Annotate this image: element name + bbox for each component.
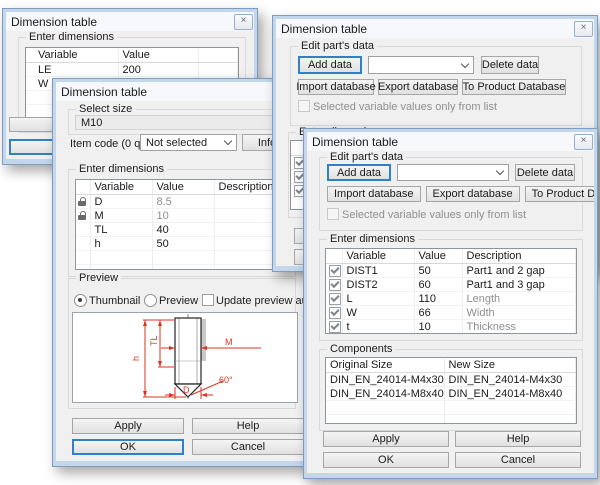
table-row[interactable]: DIST2 60 Part1 and 3 gap xyxy=(326,278,576,292)
apply-button[interactable]: Apply xyxy=(323,431,449,447)
chevron-down-icon xyxy=(496,167,504,175)
data-combobox[interactable] xyxy=(368,56,474,74)
dim-angle-label: 60° xyxy=(219,375,233,385)
export-database-button[interactable]: Export database xyxy=(378,79,458,95)
thumbnail-radio-label: Thumbnail xyxy=(89,295,140,307)
screen: Dimension table × Enter dimensions Varia… xyxy=(0,0,600,485)
row-checkbox[interactable] xyxy=(329,293,341,305)
cancel-button[interactable]: Cancel xyxy=(455,452,581,468)
window-title: Dimension table xyxy=(61,85,147,99)
column-header[interactable]: Value xyxy=(118,48,198,63)
dialog-dimension-table-edit-front: Dimension table × Edit part's data Add d… xyxy=(303,128,598,479)
item-code-label: Item code (0 qnt xyxy=(70,138,150,150)
column-header[interactable]: Value xyxy=(152,180,214,195)
update-preview-label: Update preview automatic xyxy=(216,295,310,307)
delete-data-button[interactable]: Delete data xyxy=(515,164,575,181)
group-label: Select size xyxy=(76,103,135,115)
row-checkbox[interactable] xyxy=(329,307,341,319)
close-icon[interactable]: × xyxy=(574,21,593,37)
to-product-database-button[interactable]: To Product Database xyxy=(525,186,594,202)
table-row[interactable]: DIN_EN_24014-M4x30 DIN_EN_24014-M4x30 xyxy=(326,373,576,387)
table-row[interactable]: t 10 Thickness xyxy=(326,320,576,334)
import-database-button[interactable]: Import database xyxy=(327,186,421,202)
dim-m-label: M xyxy=(225,337,233,347)
dim-d-label: D xyxy=(183,385,190,395)
apply-button[interactable]: Apply xyxy=(72,418,184,434)
column-header[interactable]: Variable xyxy=(26,48,118,63)
close-icon[interactable]: × xyxy=(574,134,593,150)
cancel-button[interactable]: Cancel xyxy=(192,439,304,455)
to-product-database-button[interactable]: To Product Database xyxy=(462,79,566,95)
titlebar[interactable]: Dimension table × xyxy=(307,132,594,151)
table-row[interactable]: M 10 xyxy=(76,209,288,223)
ok-button[interactable]: OK xyxy=(72,439,184,455)
dialog-body: Edit part's data Add data Delete data Im… xyxy=(307,151,594,473)
preview-radio[interactable] xyxy=(144,294,157,307)
database-buttons-row: Import database Export database To Produ… xyxy=(327,186,577,202)
ok-button[interactable]: OK xyxy=(323,452,449,468)
group-label: Enter dimensions xyxy=(76,163,167,175)
titlebar[interactable]: Dimension table × xyxy=(276,19,594,38)
group-label: Edit part's data xyxy=(327,151,406,163)
titlebar[interactable]: Dimension table × xyxy=(6,12,254,31)
dim-h-label: h xyxy=(131,356,141,361)
lock-icon xyxy=(78,197,87,207)
column-header[interactable]: Variable xyxy=(90,180,152,195)
help-button[interactable]: Help xyxy=(455,431,581,447)
group-label: Enter dimensions xyxy=(26,31,117,43)
part-drawing: h TL M D 60° xyxy=(73,313,297,402)
dim-tl-label: TL xyxy=(149,335,159,346)
group-label: Edit part's data xyxy=(298,40,377,52)
thumbnail-radio[interactable] xyxy=(74,294,87,307)
dimensions-table[interactable]: Variable Value Description DIST1 50 Part… xyxy=(325,248,577,334)
chevron-down-icon xyxy=(224,137,232,145)
table-row[interactable]: DIN_EN_24014-M8x40 DIN_EN_24014-M8x40 xyxy=(326,387,576,401)
selected-values-checkbox[interactable] xyxy=(327,208,339,220)
components-table[interactable]: Original Size New Size DIN_EN_24014-M4x3… xyxy=(325,357,577,424)
table-row[interactable]: D 8.5 xyxy=(76,195,288,209)
selected-values-label: Selected variable values only from list xyxy=(313,101,497,113)
chevron-down-icon xyxy=(461,59,469,67)
group-label: Enter dimensions xyxy=(327,233,418,245)
data-combobox[interactable] xyxy=(397,164,509,181)
table-row[interactable]: DIST1 50 Part1 and 2 gap xyxy=(326,264,576,278)
size-field[interactable]: M10 xyxy=(75,115,289,130)
table-row[interactable]: L 110 Length xyxy=(326,292,576,306)
import-database-button[interactable]: Import database xyxy=(298,79,374,95)
dimensions-table[interactable]: Variable Value Description D 8.5 M 10 xyxy=(75,179,289,270)
group-label: Preview xyxy=(76,272,121,284)
close-icon[interactable]: × xyxy=(234,14,253,30)
group-label: Components xyxy=(327,343,395,355)
table-row[interactable]: W 66 Width xyxy=(326,306,576,320)
selected-values-label: Selected variable values only from list xyxy=(342,209,526,221)
window-title: Dimension table xyxy=(281,22,367,36)
help-button[interactable]: Help xyxy=(192,418,304,434)
table-row[interactable]: LE 200 xyxy=(26,63,238,77)
update-preview-checkbox[interactable] xyxy=(202,294,214,306)
column-header[interactable]: Value xyxy=(414,249,462,264)
column-header[interactable]: Original Size xyxy=(326,358,444,373)
preview-radio-label: Preview xyxy=(159,295,198,307)
row-checkbox[interactable] xyxy=(329,265,341,277)
preview-canvas: h TL M D 60° xyxy=(72,312,298,403)
delete-data-button[interactable]: Delete data xyxy=(481,56,539,74)
window-title: Dimension table xyxy=(11,15,97,29)
selected-values-checkbox[interactable] xyxy=(298,100,310,112)
export-database-button[interactable]: Export database xyxy=(426,186,520,202)
column-header[interactable]: Description xyxy=(462,249,576,264)
add-data-button[interactable]: Add data xyxy=(298,56,362,74)
table-row[interactable]: h 50 xyxy=(76,237,288,251)
item-code-combobox[interactable]: Not selected xyxy=(140,134,237,151)
row-checkbox[interactable] xyxy=(329,279,341,291)
lock-icon xyxy=(78,211,87,221)
column-header[interactable]: New Size xyxy=(444,358,576,373)
window-title: Dimension table xyxy=(312,135,398,149)
table-row[interactable]: TL 40 xyxy=(76,223,288,237)
row-checkbox[interactable] xyxy=(329,321,341,333)
column-header[interactable]: Variable xyxy=(342,249,414,264)
add-data-button[interactable]: Add data xyxy=(327,164,391,181)
